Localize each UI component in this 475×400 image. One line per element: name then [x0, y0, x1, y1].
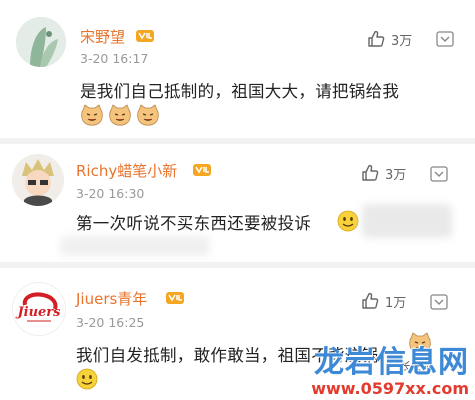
- comment-text: 第一次听说不买东西还要被投诉: [76, 214, 312, 233]
- thumbs-up-icon: [368, 30, 385, 47]
- like-button[interactable]: 3万: [366, 29, 412, 49]
- comment-2: Richy蜡笔小新 3-20 16:30 3万 第一次听说不买东西还要被投诉: [0, 144, 475, 262]
- like-count: 1万: [385, 295, 407, 311]
- avatar[interactable]: [12, 154, 64, 206]
- cat-emoji-icon: [81, 104, 103, 126]
- like-count: 3万: [385, 167, 407, 183]
- blurred-region: [362, 204, 452, 238]
- vip-badge-icon: [193, 164, 211, 176]
- chevron-down-icon[interactable]: [436, 30, 454, 48]
- vip-badge-icon: [136, 30, 154, 42]
- username[interactable]: Jiuers青年: [76, 288, 147, 309]
- like-button[interactable]: 1万: [360, 291, 406, 311]
- plant-avatar-icon: [16, 17, 66, 67]
- watermark-url: www.0597xx.com: [311, 379, 469, 398]
- avatar[interactable]: Jiuers: [12, 282, 66, 336]
- chevron-down-icon[interactable]: [430, 165, 448, 183]
- cartoon-boy-avatar-icon: [12, 154, 64, 206]
- like-count: 3万: [391, 33, 413, 49]
- watermark-title: 龙岩信息网: [314, 345, 469, 380]
- comment-1: 宋野望 3-20 16:17 3万 是我们自己抵制的，祖国大大，请把锅给我: [0, 0, 475, 140]
- cat-emoji-icon: [109, 104, 131, 126]
- smile-emoji-icon: [76, 368, 98, 390]
- timestamp: 3-20 16:25: [76, 315, 145, 330]
- smile-emoji-icon: [337, 210, 359, 232]
- brand-logo-icon: Jiuers: [13, 283, 65, 335]
- username[interactable]: 宋野望: [80, 26, 125, 47]
- thumbs-up-icon: [362, 164, 379, 181]
- blurred-region: [60, 236, 210, 256]
- thumbs-up-icon: [362, 292, 379, 309]
- vip-badge-icon: [166, 292, 184, 304]
- comment-text: 是我们自己抵制的，祖国大大，请把锅给我: [80, 82, 400, 101]
- cat-emoji-icon: [137, 104, 159, 126]
- site-watermark: 龙岩信息网 www.0597xx.com: [311, 346, 469, 398]
- timestamp: 3-20 16:17: [80, 51, 149, 66]
- avatar[interactable]: [16, 17, 66, 67]
- svg-text:Jiuers: Jiuers: [15, 305, 62, 320]
- chevron-down-icon[interactable]: [430, 293, 448, 311]
- timestamp: 3-20 16:30: [76, 186, 145, 201]
- like-button[interactable]: 3万: [360, 163, 406, 183]
- username[interactable]: Richy蜡笔小新: [76, 160, 177, 181]
